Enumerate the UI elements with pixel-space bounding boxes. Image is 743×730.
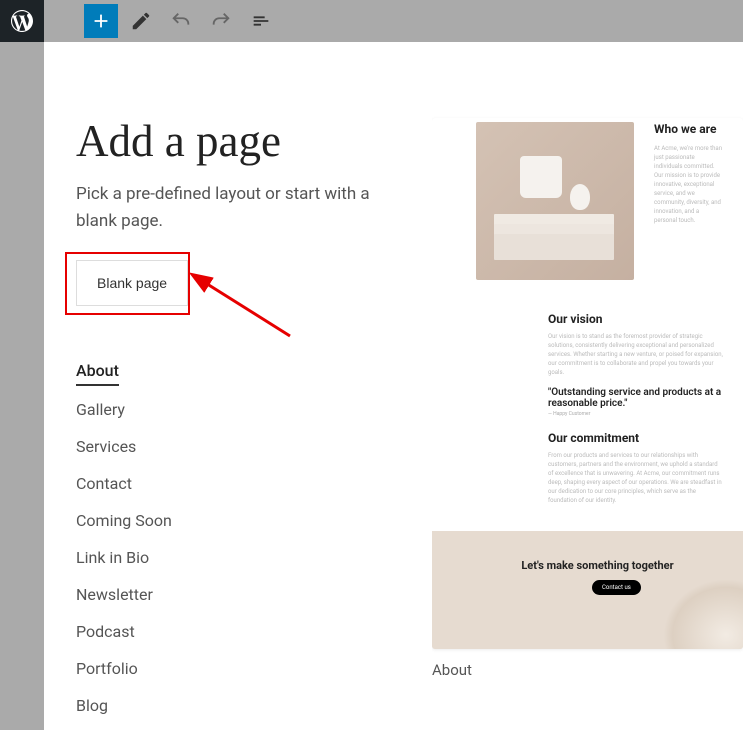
preview-quote-cite: — Happy Customer	[548, 411, 723, 417]
category-item[interactable]: Services	[76, 428, 432, 465]
wordpress-icon	[11, 10, 33, 32]
preview-commitment-body: From our products and services to our re…	[548, 451, 723, 505]
preview-vision-body: Our vision is to stand as the foremost p…	[548, 332, 723, 377]
preview-contact-button: Contact us	[592, 580, 641, 595]
category-item[interactable]: Podcast	[76, 613, 432, 650]
preview-vision-heading: Our vision	[548, 312, 723, 326]
category-item[interactable]: Portfolio	[76, 650, 432, 687]
editor-topbar	[0, 0, 743, 42]
preview-cta-banner: Let's make something together Contact us	[432, 531, 743, 649]
list-icon	[250, 10, 272, 32]
blank-page-button[interactable]: Blank page	[76, 260, 188, 306]
details-button[interactable]	[244, 4, 278, 38]
sidebar-backdrop	[0, 42, 44, 730]
layout-preview-card[interactable]: Who we are At Acme, we're more than just…	[432, 118, 743, 649]
flower-decoration	[663, 579, 743, 649]
preview-who-heading: Who we are	[654, 122, 723, 136]
redo-button[interactable]	[204, 4, 238, 38]
pencil-icon	[130, 10, 152, 32]
redo-icon	[210, 10, 232, 32]
category-item[interactable]: Contact	[76, 465, 432, 502]
category-item[interactable]: Link in Bio	[76, 539, 432, 576]
layout-chooser-pane: Add a page Pick a pre-defined layout or …	[44, 42, 432, 730]
category-item[interactable]: Coming Soon	[76, 502, 432, 539]
plus-icon	[90, 10, 112, 32]
modal-subtitle: Pick a pre-defined layout or start with …	[76, 181, 376, 235]
category-list: About GalleryServicesContactComing SoonLi…	[76, 352, 432, 724]
add-page-modal: Add a page Pick a pre-defined layout or …	[44, 42, 743, 730]
preview-label: About	[432, 649, 743, 679]
preview-commitment-heading: Our commitment	[548, 431, 723, 445]
preview-hero-image	[476, 122, 634, 280]
preview-pane: Who we are At Acme, we're more than just…	[432, 42, 743, 730]
undo-icon	[170, 10, 192, 32]
edit-tool-button[interactable]	[124, 4, 158, 38]
category-item[interactable]: Gallery	[76, 391, 432, 428]
category-item[interactable]: About	[76, 352, 119, 386]
preview-banner-title: Let's make something together	[472, 559, 723, 572]
modal-title: Add a page	[76, 118, 432, 165]
preview-quote: "Outstanding service and products at a r…	[548, 387, 723, 409]
undo-button[interactable]	[164, 4, 198, 38]
add-block-button[interactable]	[84, 4, 118, 38]
category-item[interactable]: Blog	[76, 687, 432, 724]
preview-who-body: At Acme, we're more than just passionate…	[654, 144, 723, 225]
category-item[interactable]: Newsletter	[76, 576, 432, 613]
wordpress-logo[interactable]	[0, 0, 44, 42]
